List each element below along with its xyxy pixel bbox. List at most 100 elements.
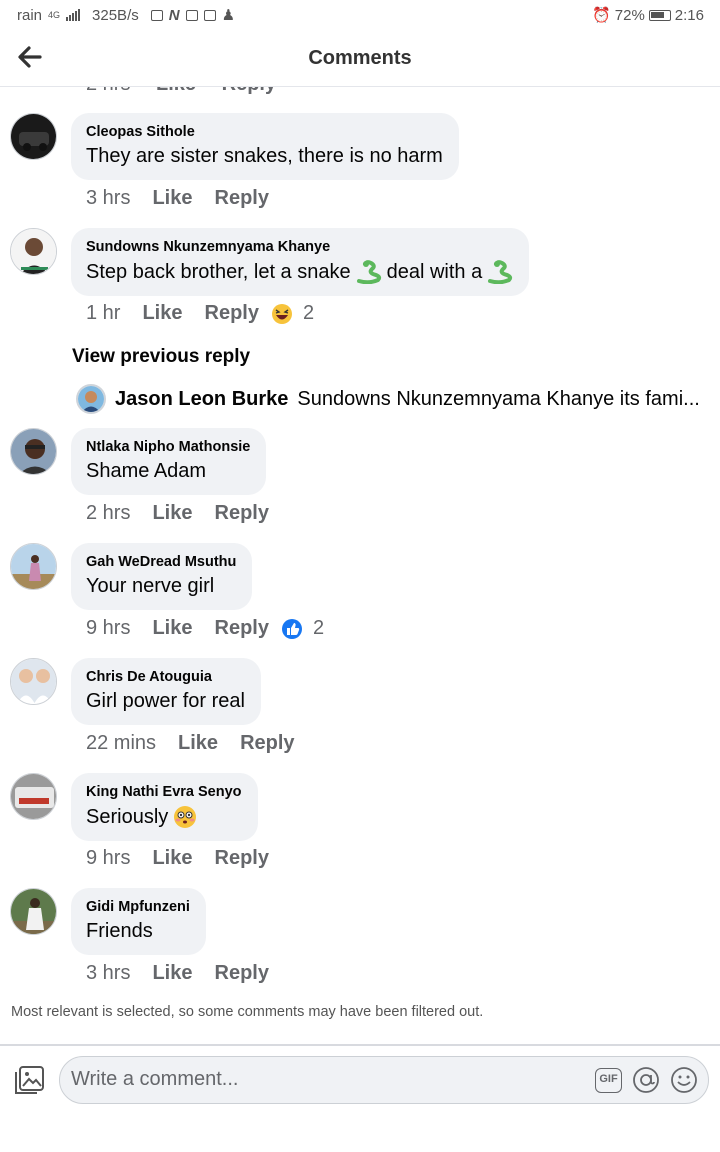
status-right: ⏰ 72% 2:16: [592, 6, 704, 25]
comment-bubble[interactable]: Gah WeDread Msuthu Your nerve girl: [71, 543, 253, 610]
comment-author[interactable]: Chris De Atouguia: [86, 669, 245, 685]
avatar[interactable]: [10, 658, 57, 705]
comment-author[interactable]: King Nathi Evra Senyo: [86, 784, 242, 800]
comment-author[interactable]: Sundowns Nkunzemnyama Khanye: [86, 239, 513, 255]
comment-bubble[interactable]: Sundowns Nkunzemnyama Khanye Step back b…: [71, 228, 530, 296]
comment-bubble[interactable]: Cleopas Sithole They are sister snakes, …: [71, 113, 459, 180]
comment-bubble[interactable]: Gidi Mpfunzeni Friends: [71, 888, 206, 955]
like-button[interactable]: Like: [152, 962, 192, 985]
reply-button[interactable]: Reply: [215, 617, 269, 640]
battery-percent: 72%: [614, 6, 645, 24]
messenger-icon: [150, 9, 163, 21]
comment-author[interactable]: Gidi Mpfunzeni: [86, 899, 190, 915]
avatar[interactable]: [10, 773, 57, 820]
comment-text-part: Seriously: [86, 805, 169, 828]
person-icon: ♟: [221, 7, 236, 24]
avatar[interactable]: [10, 428, 57, 475]
comment-actions: 3 hrs Like Reply: [86, 962, 291, 985]
comment-text: They are sister snakes, there is no harm: [86, 145, 443, 167]
comment-time: 1 hr: [86, 302, 121, 324]
comment-bubble[interactable]: Ntlaka Nipho Mathonsie Shame Adam: [71, 428, 267, 495]
reply-button[interactable]: Reply: [215, 502, 269, 525]
network-speed: 325B/s: [92, 6, 139, 24]
comments-header: Comments: [0, 30, 720, 87]
reaction-count: 2: [302, 302, 315, 324]
reply-button[interactable]: Reply: [215, 187, 269, 210]
avatar[interactable]: [10, 543, 57, 590]
page-title: Comments: [308, 47, 412, 69]
comment-text: Shame Adam: [86, 460, 207, 482]
reply-text: Sundowns Nkunzemnyama Khanye its fami...: [297, 387, 700, 410]
flushed-emoji: [174, 806, 197, 828]
reply-author[interactable]: Jason Leon Burke: [115, 388, 288, 411]
alarm-icon: ⏰: [592, 7, 611, 24]
comment-author[interactable]: Cleopas Sithole: [86, 124, 443, 140]
snake-emoji: [488, 260, 513, 284]
status-bar: rain 4G 325B/s N ♟ ⏰ 72% 2:16: [0, 0, 720, 30]
reply-preview[interactable]: Jason Leon Burke Sundowns Nkunzemnyama K…: [76, 384, 706, 414]
haha-emoji-icon: [271, 303, 292, 324]
comment-text: Your nerve girl: [86, 575, 215, 597]
comment-time: 2 hrs: [86, 87, 130, 95]
snake-emoji: [356, 260, 381, 284]
comment-author[interactable]: Gah WeDread Msuthu: [86, 554, 236, 570]
clock: 2:16: [674, 6, 704, 24]
like-button[interactable]: Like: [152, 617, 192, 640]
reply-button[interactable]: Reply: [215, 962, 269, 985]
comment-time: 9 hrs: [86, 847, 131, 869]
photo-icon[interactable]: [12, 1065, 46, 1097]
avatar[interactable]: [10, 113, 57, 160]
like-button[interactable]: Like: [152, 502, 192, 525]
gmail-icon: [203, 9, 216, 21]
reaction-count: 2: [312, 617, 325, 639]
network-type: 4G: [48, 10, 61, 20]
comment-text: Friends: [86, 920, 153, 942]
comment-text: Step back brother, let a snake deal with…: [86, 260, 513, 284]
comments-list: 2 hrs Like Reply Cleopas Sithole They ar…: [0, 87, 720, 1042]
filter-footnote: Most relevant is selected, so some comme…: [11, 1004, 484, 1020]
reply-button[interactable]: Reply: [240, 732, 294, 755]
reaction-summary[interactable]: 2: [281, 617, 324, 640]
comment-input[interactable]: [71, 1057, 571, 1102]
comment-text-part: deal with a: [386, 260, 483, 283]
mention-icon[interactable]: [632, 1066, 660, 1094]
comment-bubble[interactable]: King Nathi Evra Senyo Seriously: [71, 773, 258, 841]
comment-text: Girl power for real: [86, 690, 245, 712]
comment-actions: 3 hrs Like Reply: [86, 187, 291, 210]
comment-actions: 1 hr Like Reply 2: [86, 302, 314, 325]
comment-input-wrapper: GIF: [59, 1056, 709, 1104]
reply-button[interactable]: Reply: [222, 87, 276, 95]
compose-bar: GIF: [0, 1044, 720, 1152]
comment-time: 2 hrs: [86, 502, 131, 524]
like-button[interactable]: Like: [178, 732, 218, 755]
comment-time: 22 mins: [86, 732, 157, 754]
comment-actions: 2 hrs Like Reply: [86, 502, 291, 525]
like-thumb-icon: [281, 618, 302, 639]
comment-actions: 22 mins Like Reply: [86, 732, 317, 755]
avatar[interactable]: [10, 228, 57, 275]
reply-button[interactable]: Reply: [215, 847, 269, 870]
like-button[interactable]: Like: [156, 87, 196, 95]
like-button[interactable]: Like: [152, 187, 192, 210]
comment-actions: 9 hrs Like Reply 2: [86, 617, 324, 640]
comment-time: 9 hrs: [86, 617, 131, 639]
comment-author[interactable]: Ntlaka Nipho Mathonsie: [86, 439, 250, 455]
comment-actions: 9 hrs Like Reply: [86, 847, 291, 870]
battery-icon: [648, 9, 671, 21]
emoji-icon[interactable]: [670, 1066, 698, 1094]
gif-button[interactable]: GIF: [595, 1068, 622, 1093]
like-button[interactable]: Like: [152, 847, 192, 870]
view-previous-reply-link[interactable]: View previous reply: [72, 346, 250, 368]
carrier-name: rain: [17, 6, 43, 24]
comment-text: Seriously: [86, 805, 242, 829]
status-left: rain 4G 325B/s N ♟: [17, 6, 236, 25]
comment-text-part: Step back brother, let a snake: [86, 260, 351, 283]
reply-button[interactable]: Reply: [205, 302, 259, 325]
avatar[interactable]: [10, 888, 57, 935]
comment-bubble[interactable]: Chris De Atouguia Girl power for real: [71, 658, 261, 725]
like-button[interactable]: Like: [142, 302, 182, 325]
clipped-action-row: 2 hrs Like Reply: [86, 87, 296, 96]
comment-time: 3 hrs: [86, 187, 131, 209]
mail-icon: [185, 9, 198, 21]
reaction-summary[interactable]: 2: [271, 302, 314, 325]
